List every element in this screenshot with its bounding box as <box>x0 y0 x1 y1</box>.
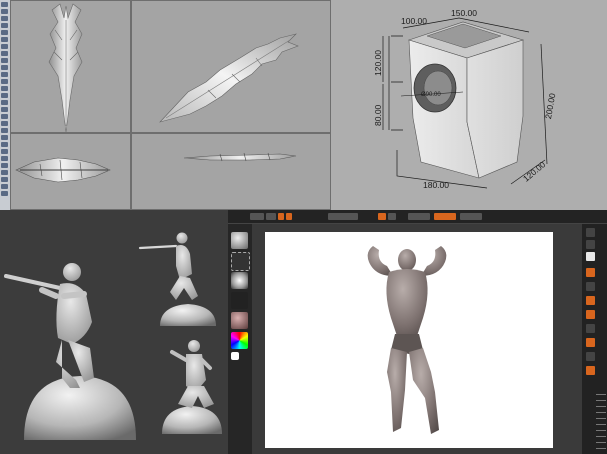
blade-top-view <box>48 3 83 133</box>
stroke-picker[interactable] <box>231 252 250 271</box>
move-view-button[interactable] <box>586 282 595 291</box>
solo-button[interactable] <box>586 352 595 361</box>
bpr-button[interactable] <box>586 228 595 237</box>
dim-top-depth: 100.00 <box>401 16 427 26</box>
subtool-list-item[interactable] <box>596 412 606 413</box>
blade-perspective-view <box>159 33 299 123</box>
blade-right-view <box>183 152 297 162</box>
z-intensity-slider[interactable] <box>460 213 482 220</box>
subtool-list-item[interactable] <box>596 430 606 431</box>
figure-back-view <box>162 340 222 434</box>
subtool-list-item[interactable] <box>596 418 606 419</box>
move-button[interactable] <box>278 213 284 220</box>
figure-sculpt-views <box>4 232 222 440</box>
material-button[interactable] <box>328 213 358 220</box>
scale-button[interactable] <box>286 213 292 220</box>
scroll-button[interactable] <box>586 252 595 261</box>
edit-button[interactable] <box>250 213 264 220</box>
polyf-button[interactable] <box>586 324 595 333</box>
dim-opening-label: Ø90.00 <box>421 92 441 98</box>
rotate-view-button[interactable] <box>586 310 595 319</box>
dim-upper-height: 120.00 <box>373 50 383 76</box>
spix-button[interactable] <box>586 240 595 249</box>
sculpt-top-toolbar <box>228 210 607 224</box>
left-brush-shelf <box>228 224 252 454</box>
draw-button[interactable] <box>266 213 276 220</box>
subtool-list-item[interactable] <box>596 448 606 449</box>
subtool-list-item[interactable] <box>596 424 606 425</box>
draw-size-slider[interactable] <box>434 213 456 220</box>
dim-lower-height: 80.00 <box>373 104 383 126</box>
figure-main <box>4 263 136 440</box>
frame-button[interactable] <box>586 268 595 277</box>
xpose-button[interactable] <box>586 366 595 375</box>
dome-side <box>160 304 216 326</box>
document-canvas[interactable] <box>265 232 553 448</box>
main-color-swatch[interactable] <box>231 352 239 360</box>
alpha-picker[interactable] <box>231 272 248 289</box>
dim-top-width: 150.00 <box>451 8 477 18</box>
dimensioned-part-panel: 150.00 100.00 120.00 80.00 200.00 180.00… <box>331 0 607 210</box>
material-picker[interactable] <box>231 312 248 329</box>
color-picker[interactable] <box>231 332 248 349</box>
subtool-list-item[interactable] <box>596 400 606 401</box>
scale-view-button[interactable] <box>586 296 595 305</box>
dim-base-width: 180.00 <box>423 180 449 190</box>
subtool-list-item[interactable] <box>596 394 606 395</box>
dome-main <box>24 376 136 440</box>
block-opening-inner <box>423 70 453 106</box>
blade-front-view <box>15 157 111 183</box>
rhino-viewports-panel <box>0 0 331 210</box>
focal-shift-slider[interactable] <box>408 213 430 220</box>
transp-button[interactable] <box>586 338 595 347</box>
bodybuilder-sculpt <box>367 246 447 434</box>
subtool-list-item[interactable] <box>596 436 606 437</box>
zsub-button[interactable] <box>388 213 396 220</box>
figure-sculpt-panel <box>0 210 228 454</box>
texture-picker[interactable] <box>231 292 248 309</box>
zadd-button[interactable] <box>378 213 386 220</box>
blade-model-views <box>15 3 299 183</box>
figure-side-view <box>138 232 216 326</box>
brush-picker[interactable] <box>231 232 248 249</box>
block-right-face <box>466 39 524 179</box>
sculpt-app-window <box>228 210 607 454</box>
subtool-list-item[interactable] <box>596 406 606 407</box>
right-tool-shelf <box>582 224 607 454</box>
subtool-list-item[interactable] <box>596 442 606 443</box>
dome-back <box>162 406 222 434</box>
